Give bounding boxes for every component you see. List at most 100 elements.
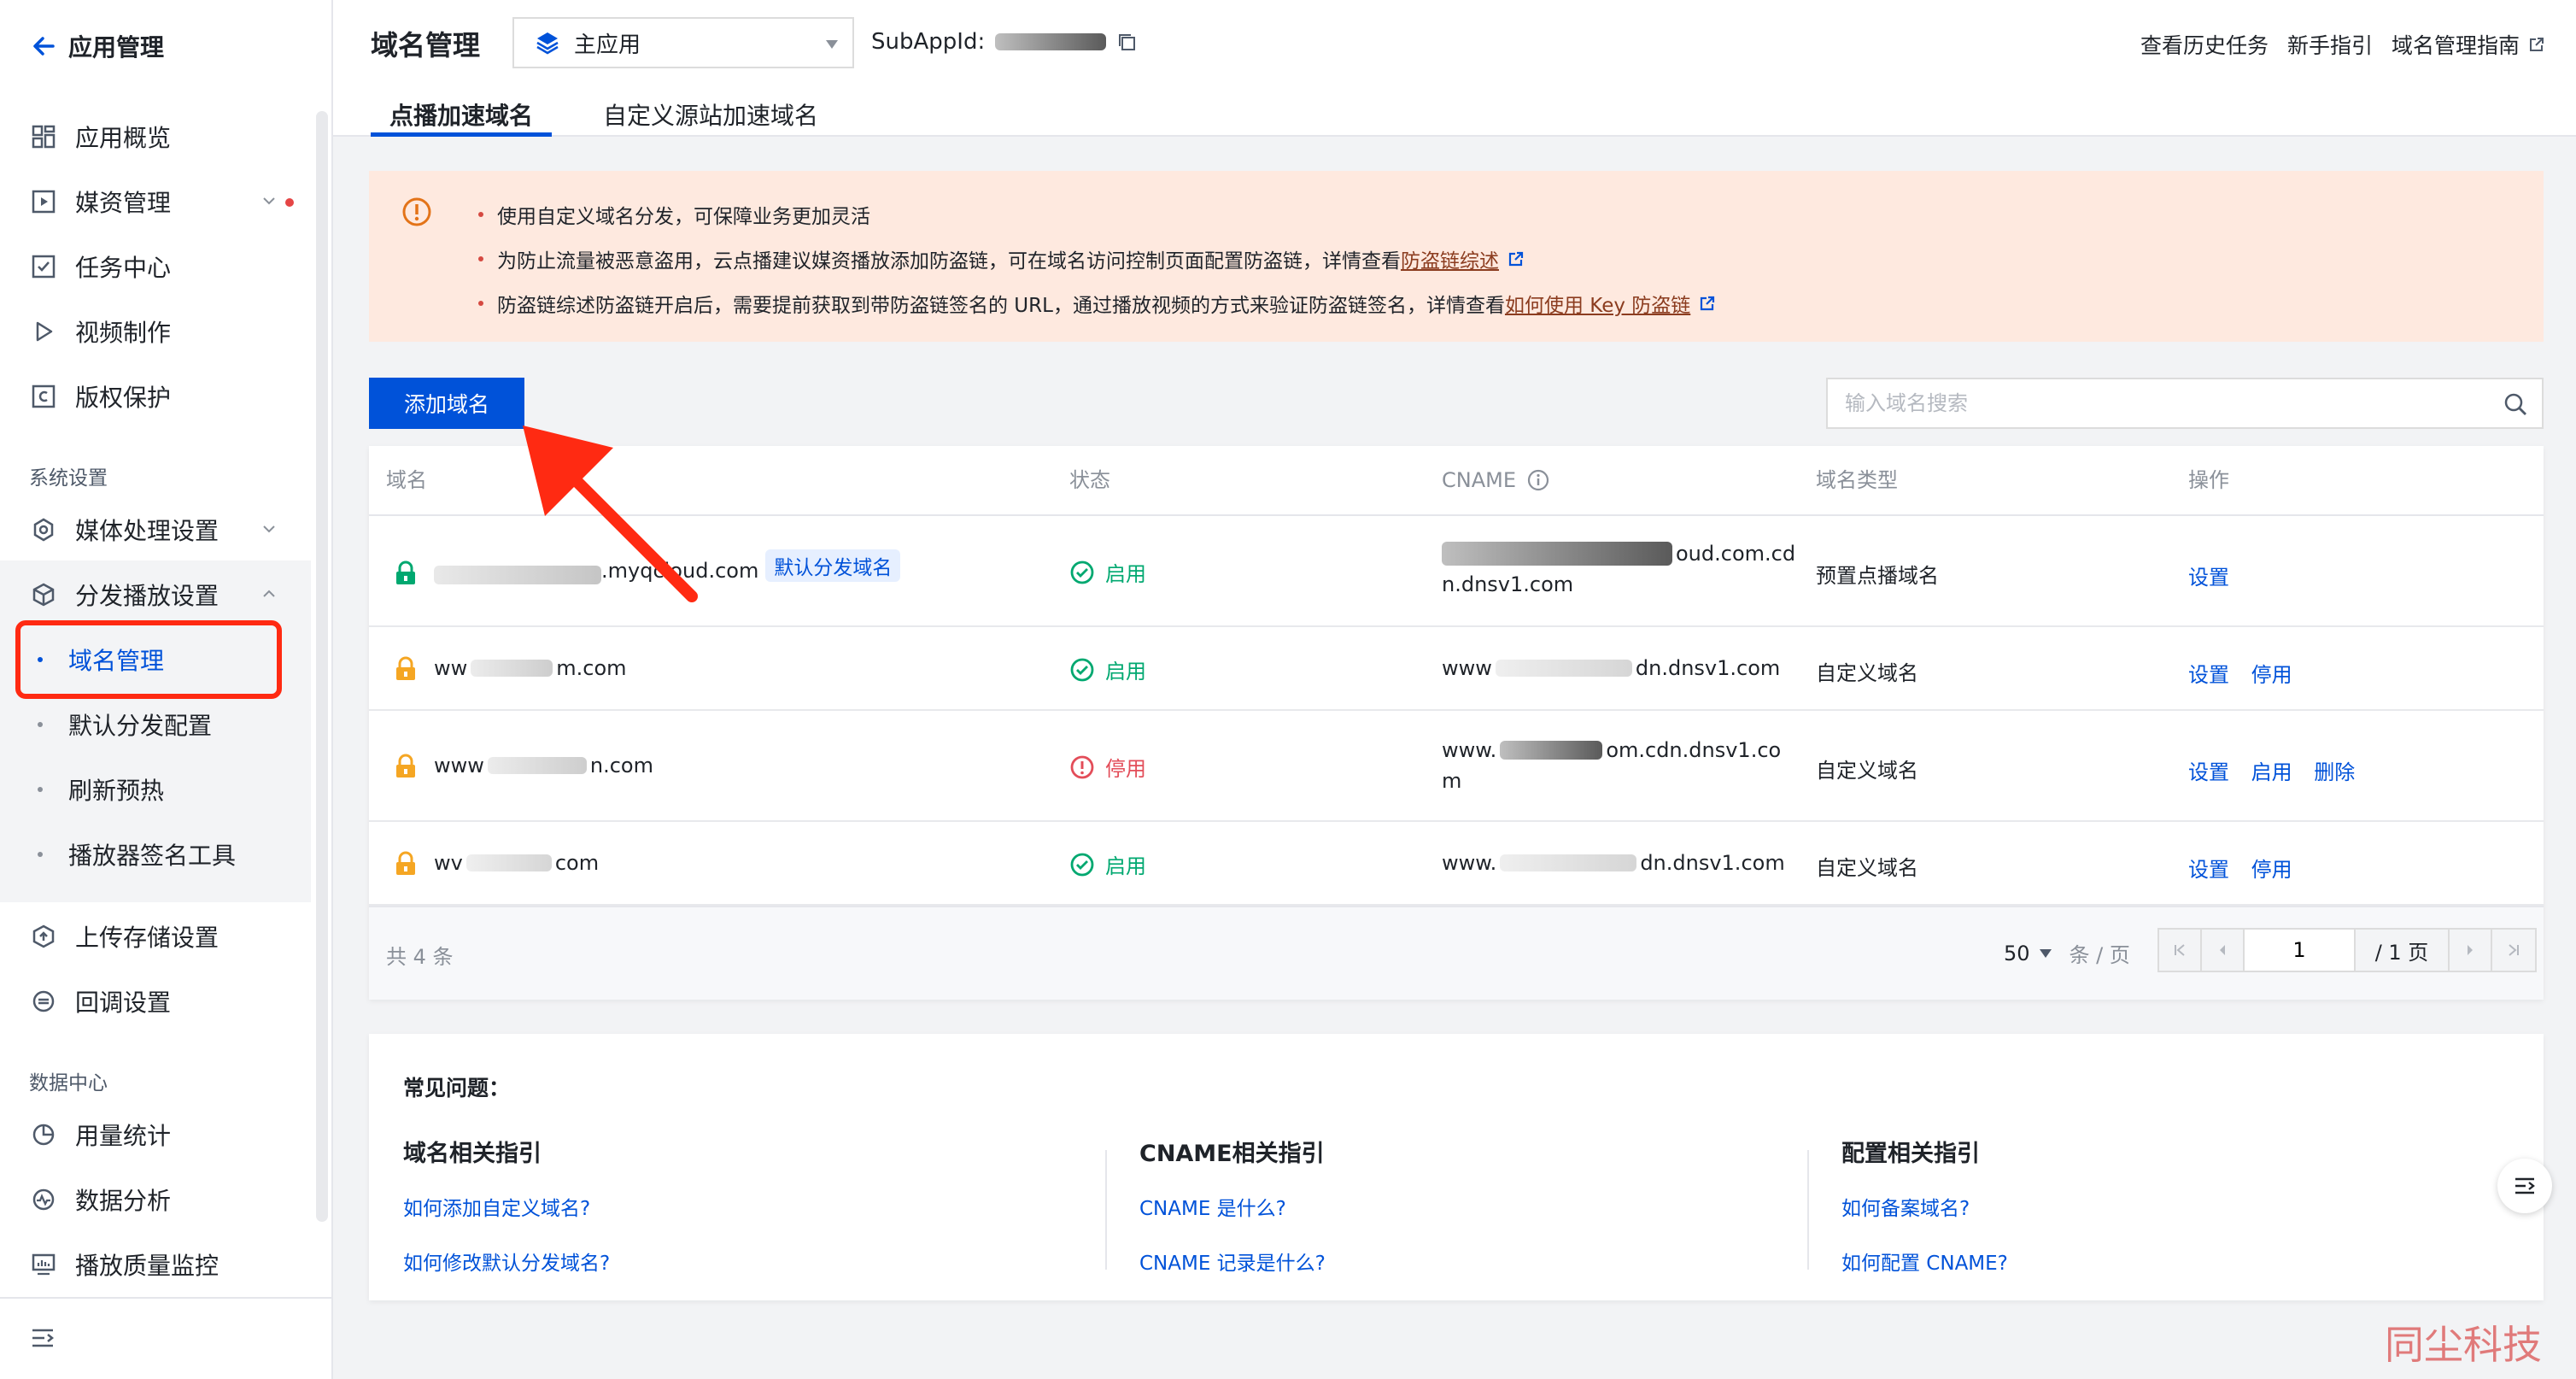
page-header: 域名管理 主应用 SubAppId: 查看历史任务 新手指引 域名管理指南 点播… xyxy=(333,0,2576,137)
key-anti-leech-link[interactable]: 如何使用 Key 防盗链 xyxy=(1505,289,1690,318)
faq-title: 常见问题： xyxy=(403,1076,511,1100)
sidebar-subitem-player-signature[interactable]: 播放器签名工具 xyxy=(0,822,311,887)
faq-link[interactable]: CNAME 是什么? xyxy=(1139,1192,1326,1221)
external-link-icon xyxy=(2530,38,2544,51)
app-select[interactable]: 主应用 xyxy=(512,17,854,68)
status-badge: 启用 xyxy=(1069,557,1146,587)
domain-type: 自定义域名 xyxy=(1816,856,1918,880)
check-circle-icon xyxy=(1070,658,1094,681)
page-size-unit: 条 / 页 xyxy=(2069,943,2130,967)
caret-down-icon xyxy=(2039,948,2052,958)
lock-icon xyxy=(396,656,415,680)
section-label-data: 数据中心 xyxy=(29,1072,108,1094)
sidebar-item-quality-monitor[interactable]: 播放质量监控 xyxy=(0,1232,311,1297)
next-page-button[interactable] xyxy=(2450,930,2492,971)
collapse-menu-icon[interactable] xyxy=(29,1324,56,1352)
notice-text-2: 为防止流量被恶意盗用，云点播建议媒资播放添加防盗链，可在域名访问控制页面配置防盗… xyxy=(497,250,1401,273)
annotation-highlight-box xyxy=(15,620,282,699)
copy-icon[interactable] xyxy=(1116,32,1137,52)
domain-cell: wv com xyxy=(434,851,599,875)
domain-search-input[interactable] xyxy=(1845,391,2477,415)
first-page-button[interactable] xyxy=(2159,930,2202,971)
sidebar-item-upload-storage[interactable]: 上传存储设置 xyxy=(0,904,311,969)
delete-action[interactable]: 删除 xyxy=(2314,760,2355,784)
faq-link[interactable]: CNAME 记录是什么? xyxy=(1139,1247,1326,1276)
total-count: 共 4 条 xyxy=(386,945,454,969)
sidebar-item-media-management[interactable]: 媒资管理 xyxy=(0,169,311,234)
tab-custom-origin[interactable]: 自定义源站加速域名 xyxy=(584,89,837,137)
floating-menu-button[interactable] xyxy=(2497,1159,2552,1213)
faq-link[interactable]: 如何配置 CNAME? xyxy=(1841,1247,2008,1276)
status-text: 停用 xyxy=(1105,757,1146,781)
settings-action[interactable]: 设置 xyxy=(2188,760,2229,784)
back-to-app-management[interactable]: 应用管理 xyxy=(31,27,164,65)
sidebar-item-data-analysis[interactable]: 数据分析 xyxy=(0,1167,311,1232)
search-icon[interactable] xyxy=(2503,391,2528,417)
history-tasks-link[interactable]: 查看历史任务 xyxy=(2140,29,2269,60)
prev-page-button[interactable] xyxy=(2202,930,2245,971)
section-label-system: 系统设置 xyxy=(29,467,108,490)
disable-action[interactable]: 停用 xyxy=(2251,663,2292,687)
play-icon xyxy=(29,317,58,346)
sidebar-item-copyright-protection[interactable]: 版权保护 xyxy=(0,364,311,429)
anti-leech-overview-link[interactable]: 防盗链综述 xyxy=(1401,244,1499,273)
page-size-select[interactable]: 50 条 / 页 xyxy=(2004,938,2130,968)
sidebar-item-distribution-playback[interactable]: 分发播放设置 xyxy=(0,562,311,627)
beginner-guide-link[interactable]: 新手指引 xyxy=(2287,29,2373,60)
domain-text: m.com xyxy=(556,656,627,680)
status-text: 启用 xyxy=(1105,854,1146,878)
domain-cell: ww m.com xyxy=(434,656,627,680)
page-number-input[interactable] xyxy=(2245,930,2356,971)
notice-text-1: 使用自定义域名分发，可保障业务更加灵活 xyxy=(497,206,870,228)
sidebar-subitem-default-distribution[interactable]: 默认分发配置 xyxy=(0,692,311,757)
faq-link[interactable]: 如何修改默认分发域名? xyxy=(403,1247,610,1276)
sidebar-item-media-processing[interactable]: 媒体处理设置 xyxy=(0,497,311,562)
settings-action[interactable]: 设置 xyxy=(2188,566,2229,590)
actions-cell: 设置 停用 xyxy=(2188,853,2308,883)
notice-text-3: 防盗链综述防盗链开启后，需要提前获取到带防盗链签名的 URL，通过播放视频的方式… xyxy=(497,295,1505,317)
lock-icon xyxy=(396,560,415,584)
info-icon[interactable] xyxy=(1526,468,1550,492)
redacted-value xyxy=(487,757,587,774)
domain-type: 预置点播域名 xyxy=(1816,564,1939,588)
cname-cell: www dn.dnsv1.com xyxy=(1442,656,1780,680)
sidebar-item-callback-settings[interactable]: 回调设置 xyxy=(0,969,311,1034)
disable-action[interactable]: 停用 xyxy=(2251,858,2292,882)
domain-guide-label: 域名管理指南 xyxy=(2391,33,2520,58)
sidebar-item-app-overview[interactable]: 应用概览 xyxy=(0,104,311,169)
faq-column-config: 配置相关指引 如何备案域名? 如何配置 CNAME? xyxy=(1841,1135,2008,1301)
sidebar-item-usage-stats[interactable]: 用量统计 xyxy=(0,1102,311,1167)
tab-vod-acceleration[interactable]: 点播加速域名 xyxy=(371,89,553,137)
watermark: 同尘科技 xyxy=(2385,1322,2542,1368)
cname-text: www xyxy=(1442,656,1492,680)
faq-link[interactable]: 如何添加自定义域名? xyxy=(403,1192,610,1221)
sidebar-item-video-production[interactable]: 视频制作 xyxy=(0,299,311,364)
page-size-value: 50 xyxy=(2004,941,2030,965)
enable-action[interactable]: 启用 xyxy=(2251,760,2292,784)
domain-text: ww xyxy=(434,656,468,680)
sidebar-item-label: 媒资管理 xyxy=(75,189,172,217)
status-badge: 启用 xyxy=(1069,654,1146,684)
settings-action[interactable]: 设置 xyxy=(2188,858,2229,882)
bullet xyxy=(38,852,43,857)
redacted-value xyxy=(471,660,553,677)
sidebar-scrollbar[interactable] xyxy=(316,111,328,1222)
redacted-value xyxy=(1500,854,1637,871)
last-page-button[interactable] xyxy=(2492,930,2535,971)
domain-guide-link[interactable]: 域名管理指南 xyxy=(2392,29,2545,60)
cname-text: oud.com.cd xyxy=(1676,542,1796,566)
pagination: / 1 页 xyxy=(2157,928,2537,972)
column-header-status: 状态 xyxy=(1069,468,1110,492)
faq-link[interactable]: 如何备案域名? xyxy=(1841,1192,2008,1221)
sidebar-item-label: 应用概览 xyxy=(75,124,172,152)
prev-page-icon xyxy=(2220,945,2225,955)
sidebar-item-task-center[interactable]: 任务中心 xyxy=(0,234,311,299)
cname-text: m xyxy=(1442,769,1462,793)
domain-search[interactable] xyxy=(1826,378,2544,429)
settings-action[interactable]: 设置 xyxy=(2188,663,2229,687)
notice-line-1: 使用自定义域名分发，可保障业务更加灵活 xyxy=(478,200,870,229)
add-domain-button[interactable]: 添加域名 xyxy=(369,378,524,429)
sidebar-subitem-refresh-prefetch[interactable]: 刷新预热 xyxy=(0,757,311,822)
cname-cell: www. om.cdn.dnsv1.co xyxy=(1442,738,1781,762)
alert-circle-icon xyxy=(1070,755,1094,778)
